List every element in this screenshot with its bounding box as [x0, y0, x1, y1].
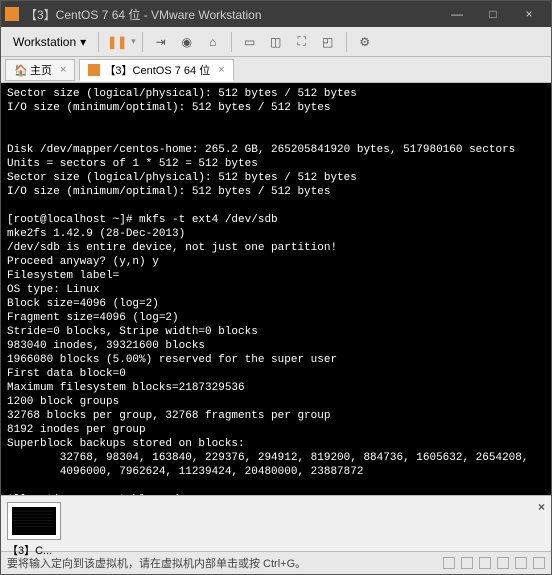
panel-close-icon[interactable]: ×	[538, 500, 545, 514]
thumbnail-item[interactable]: 【3】C...	[7, 502, 61, 558]
close-button[interactable]: ×	[511, 1, 547, 27]
device-icon[interactable]	[443, 557, 455, 569]
term-line: Superblock backups stored on blocks:	[7, 438, 245, 450]
vm-thumbnail[interactable]	[7, 502, 61, 540]
tab-home-label: 主页	[30, 62, 52, 78]
separator	[346, 32, 347, 52]
tools-icon[interactable]: ⚙	[353, 30, 377, 54]
thumbnail-panel: 【3】C... ×	[1, 495, 551, 551]
term-line: mke2fs 1.42.9 (28-Dec-2013)	[7, 228, 185, 240]
term-line: [root@localhost ~]# mkfs -t ext4 /dev/sd…	[7, 214, 278, 226]
send-input-icon[interactable]: ⇥	[149, 30, 173, 54]
term-line: Filesystem label=	[7, 270, 119, 282]
separator	[98, 32, 99, 52]
manage-icon[interactable]: ⌂	[201, 30, 225, 54]
titlebar[interactable]: 【3】CentOS 7 64 位 - VMware Workstation — …	[1, 1, 551, 27]
fullscreen-icon[interactable]: ⛶	[290, 30, 314, 54]
term-line: Units = sectors of 1 * 512 = 512 bytes	[7, 158, 258, 170]
term-line: I/O size (minimum/optimal): 512 bytes / …	[7, 102, 330, 114]
device-icon[interactable]	[479, 557, 491, 569]
app-icon	[5, 7, 19, 21]
device-icon[interactable]	[533, 557, 545, 569]
statusbar: 要将输入定向到该虚拟机，请在虚拟机内部单击或按 Ctrl+G。	[1, 551, 551, 574]
device-icon[interactable]	[497, 557, 509, 569]
term-line: 32768, 98304, 163840, 229376, 294912, 81…	[7, 452, 529, 464]
separator	[231, 32, 232, 52]
device-icon[interactable]	[515, 557, 527, 569]
term-line: Stride=0 blocks, Stripe width=0 blocks	[7, 326, 258, 338]
term-line: 1966080 blocks (5.00%) reserved for the …	[7, 354, 337, 366]
vmware-window: 【3】CentOS 7 64 位 - VMware Workstation — …	[0, 0, 552, 575]
chevron-down-icon[interactable]: ▾	[131, 36, 136, 47]
minimize-button[interactable]: —	[439, 1, 475, 27]
term-line: 8192 inodes per group	[7, 424, 146, 436]
view-console-icon[interactable]: ▭	[238, 30, 262, 54]
maximize-button[interactable]: □	[475, 1, 511, 27]
vm-icon	[88, 64, 100, 76]
term-line: Sector size (logical/physical): 512 byte…	[7, 172, 357, 184]
term-line: Disk /dev/mapper/centos-home: 265.2 GB, …	[7, 144, 515, 156]
term-line: Maximum filesystem blocks=2187329536	[7, 382, 245, 394]
chevron-down-icon: ▾	[80, 35, 86, 49]
workstation-label: Workstation	[13, 35, 76, 49]
tabbar: 🏠 主页 × 【3】CentOS 7 64 位 ×	[1, 57, 551, 83]
status-icons	[443, 557, 545, 569]
term-line: Sector size (logical/physical): 512 byte…	[7, 88, 357, 100]
term-line: Proceed anyway? (y,n) y	[7, 256, 159, 268]
term-line: I/O size (minimum/optimal): 512 bytes / …	[7, 186, 330, 198]
terminal[interactable]: Sector size (logical/physical): 512 byte…	[1, 83, 551, 495]
toolbar: Workstation ▾ ❚❚ ▾ ⇥ ◉ ⌂ ▭ ◫ ⛶ ◰ ⚙	[1, 27, 551, 57]
term-line: Fragment size=4096 (log=2)	[7, 312, 179, 324]
window-title: 【3】CentOS 7 64 位 - VMware Workstation	[25, 6, 439, 23]
workstation-menu[interactable]: Workstation ▾	[7, 33, 92, 51]
term-line: Block size=4096 (log=2)	[7, 298, 159, 310]
term-line: OS type: Linux	[7, 284, 99, 296]
term-line: 4096000, 7962624, 11239424, 20480000, 23…	[7, 466, 363, 478]
tab-home[interactable]: 🏠 主页 ×	[5, 59, 75, 81]
unity-icon[interactable]: ◰	[316, 30, 340, 54]
view-split-icon[interactable]: ◫	[264, 30, 288, 54]
pause-button[interactable]: ❚❚	[105, 30, 129, 54]
tab-vm[interactable]: 【3】CentOS 7 64 位 ×	[79, 59, 233, 81]
separator	[142, 32, 143, 52]
home-icon: 🏠	[14, 64, 26, 76]
term-line: 983040 inodes, 39321600 blocks	[7, 340, 205, 352]
thumbnail-label: 【3】C...	[7, 542, 61, 558]
thumbnail-preview	[12, 507, 56, 535]
term-line: First data block=0	[7, 368, 126, 380]
tab-close-icon[interactable]: ×	[218, 64, 224, 76]
tab-close-icon[interactable]: ×	[60, 64, 66, 76]
device-icon[interactable]	[461, 557, 473, 569]
term-line: 1200 block groups	[7, 396, 119, 408]
term-line: /dev/sdb is entire device, not just one …	[7, 242, 337, 254]
tab-vm-label: 【3】CentOS 7 64 位	[104, 62, 210, 78]
snapshot-icon[interactable]: ◉	[175, 30, 199, 54]
term-line: 32768 blocks per group, 32768 fragments …	[7, 410, 330, 422]
